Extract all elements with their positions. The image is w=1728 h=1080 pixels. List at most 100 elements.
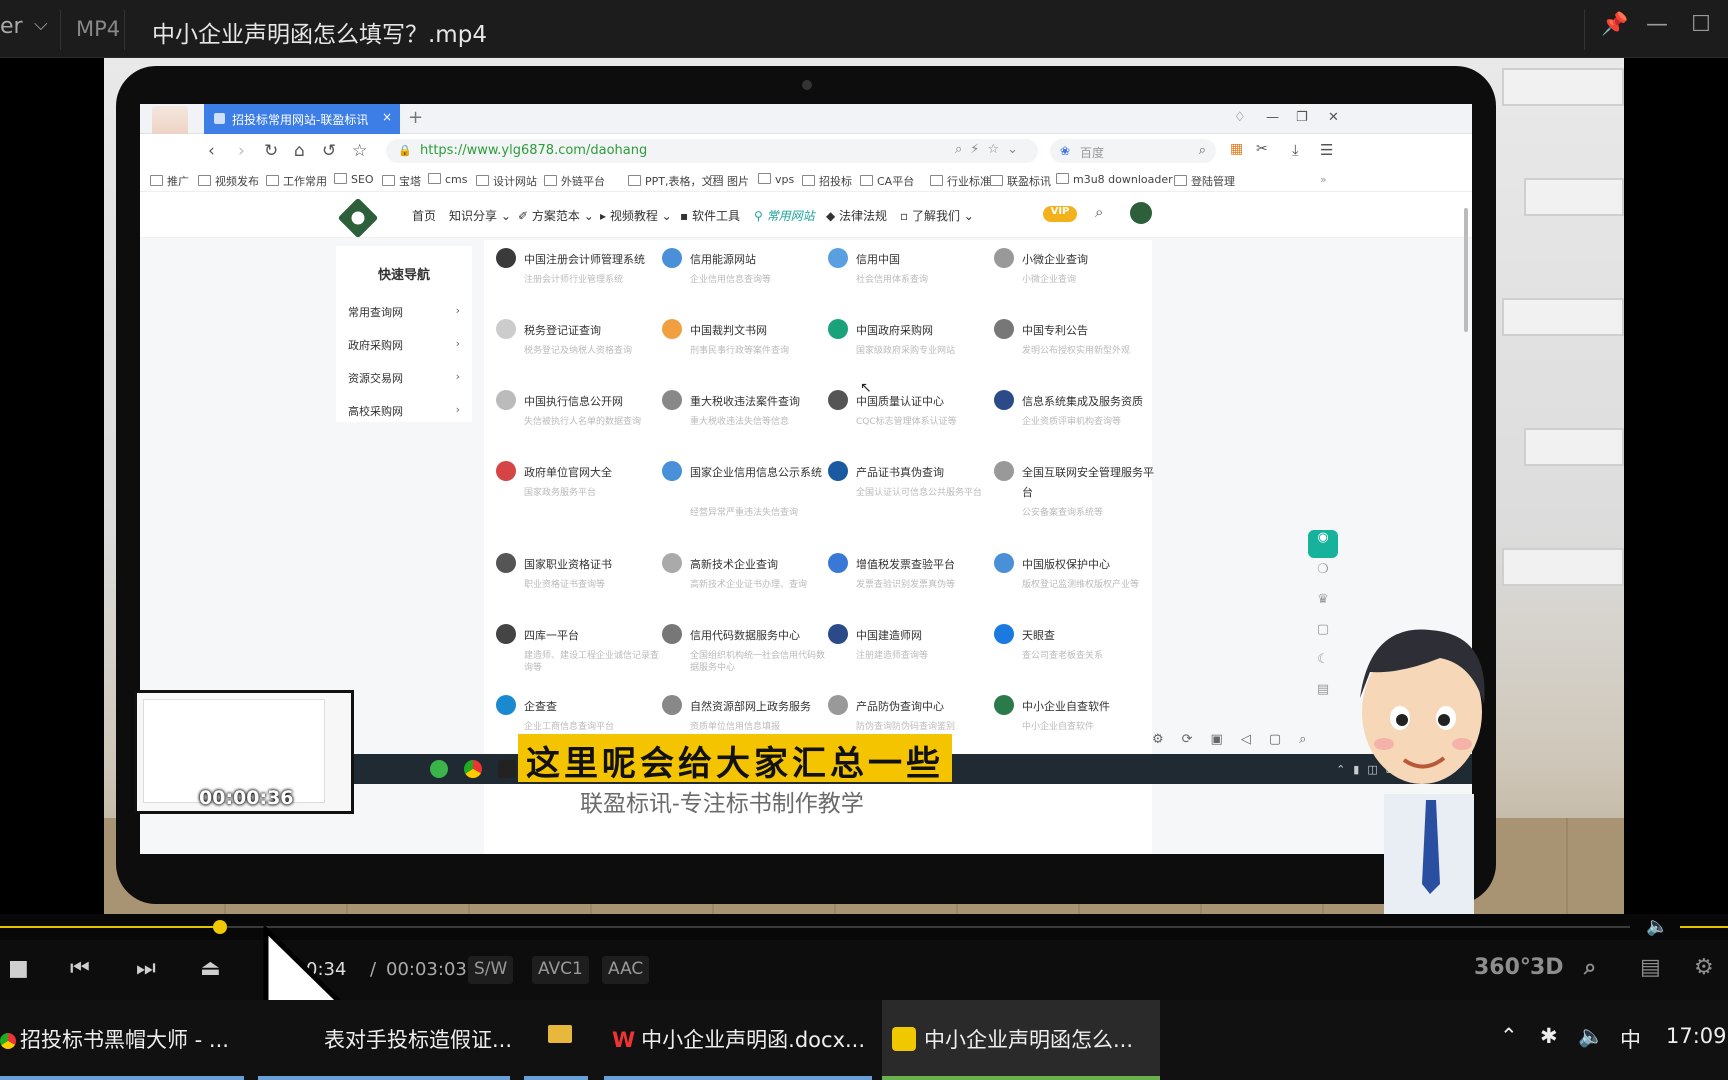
bookmark-item[interactable]: 行业标准 <box>930 173 991 189</box>
bookmark-item[interactable]: 招投标 <box>802 173 852 189</box>
next-button[interactable]: ⏭ <box>136 956 156 981</box>
bookmark-star-icon[interactable]: ☆ <box>352 141 367 161</box>
nav-tools[interactable]: ▪ 软件工具 <box>680 207 740 224</box>
bookmark-item[interactable]: 设计网站 <box>476 173 537 189</box>
search-icon[interactable]: ⌕ <box>1199 143 1206 158</box>
capcut-icon[interactable] <box>498 760 516 778</box>
nav-templates[interactable]: ✐ 方案范本 ⌄ <box>518 207 594 224</box>
bookmark-item[interactable]: 工作常用 <box>266 173 327 189</box>
bookmark-item[interactable]: 图片 <box>710 173 749 189</box>
sidebar-item-trading[interactable]: 资源交易网 › <box>348 370 460 392</box>
nav-videos[interactable]: ▸ 视频教程 ⌄ <box>600 207 672 224</box>
seek-track[interactable] <box>0 926 1630 928</box>
night-mode-icon[interactable]: ☾ <box>1308 652 1338 680</box>
chevron-down-icon[interactable]: ⌵ <box>34 14 48 35</box>
bookmark-item[interactable]: m3u8 downloader <box>1056 173 1173 186</box>
bookmark-item[interactable]: vps <box>758 173 794 186</box>
minimize-button[interactable]: — <box>1640 12 1674 46</box>
task-wps[interactable]: W 中小企业声明函.docx... <box>604 1000 872 1080</box>
bookmark-item[interactable]: SEO <box>334 173 374 186</box>
address-tools-icon[interactable]: ⌕⚡☆⌄ <box>955 142 1026 157</box>
bookmark-item[interactable]: 外链平台 <box>544 173 605 189</box>
seek-handle[interactable] <box>213 920 228 934</box>
nav-websites[interactable]: ⚲ 常用网站 <box>754 207 815 224</box>
scrollbar[interactable] <box>1464 208 1468 332</box>
3d-icon[interactable]: 3D <box>1530 955 1564 980</box>
cut-icon[interactable]: ✂ <box>1256 141 1268 157</box>
audio-codec-badge[interactable]: AAC <box>602 956 650 984</box>
crown-icon[interactable]: ♛ <box>1308 592 1338 620</box>
task-player[interactable]: 中小企业声明函怎么... <box>882 1000 1160 1080</box>
clock[interactable]: 17:09 <box>1666 1024 1727 1048</box>
nav-home[interactable]: 首页 <box>412 207 436 224</box>
bookmark-item[interactable]: 推广 <box>150 173 189 189</box>
address-bar[interactable]: 🔒 https://www.ylg6878.com/daohang ⌕⚡☆⌄ <box>386 139 1038 163</box>
chat-icon[interactable]: ◉ <box>1308 530 1338 558</box>
nav-laws[interactable]: ◆ 法律法规 <box>826 207 887 224</box>
close-icon[interactable]: ✕ <box>1328 110 1339 125</box>
settings-icon[interactable]: ⚙ <box>1694 955 1714 980</box>
playlist-icon[interactable]: ▤ <box>1640 955 1661 980</box>
volume-slider[interactable] <box>1680 926 1728 928</box>
app-name[interactable]: er <box>0 14 23 39</box>
reader-icon[interactable]: ▤ <box>1308 682 1338 710</box>
menu-icon[interactable]: ☰ <box>1320 141 1333 159</box>
tab-close-icon[interactable]: × <box>382 110 392 124</box>
reload-icon[interactable]: ↻ <box>264 141 278 161</box>
task-explorer[interactable] <box>524 1000 588 1080</box>
seek-bar[interactable]: 🔈 <box>0 914 1728 940</box>
task-chrome[interactable]: 招投标书黑帽大师 - ... <box>0 1000 244 1080</box>
video-frame[interactable]: 招投标常用网站-联盈标讯 × + ♢ — ❐ ✕ ‹ › ↻ ⌂ ↺ ☆ 🔒 h… <box>104 58 1624 914</box>
bookmark-item[interactable]: 视频发布 <box>198 173 259 189</box>
download-icon[interactable]: ⤓ <box>1292 141 1299 159</box>
sidebar-item-query[interactable]: 常用查询网 › <box>348 304 460 326</box>
page-icon[interactable]: ▢ <box>1308 622 1338 650</box>
bookmark-item[interactable]: 联盈标讯 <box>990 173 1051 189</box>
tab-active[interactable]: 招投标常用网站-联盈标讯 × <box>204 104 400 134</box>
wechat-icon[interactable]: ❍ <box>1308 562 1338 590</box>
search-box[interactable]: ❀ 百度 ⌕ <box>1050 139 1216 163</box>
ime-indicator[interactable]: 中 <box>1620 1024 1641 1054</box>
lock-icon: 🔒 <box>398 144 412 157</box>
back-icon[interactable]: ‹ <box>208 141 215 161</box>
tray-app-icon[interactable]: ✱ <box>1540 1024 1558 1048</box>
minimize-icon[interactable]: — <box>1266 110 1279 125</box>
bookmark-more-icon[interactable]: » <box>1320 173 1327 186</box>
stop-button[interactable]: ■ <box>8 956 29 981</box>
nav-about[interactable]: ▫ 了解我们 ⌄ <box>900 207 974 224</box>
previous-button[interactable]: ⏮ <box>70 956 90 981</box>
user-avatar[interactable] <box>1130 202 1152 224</box>
desktop-tools-icons[interactable]: ⚙⟳▣◁▢⌕ <box>1152 732 1324 747</box>
bookmark-item[interactable]: 登陆管理 <box>1174 173 1235 189</box>
browser-green-icon[interactable] <box>430 760 448 778</box>
nav-knowledge[interactable]: 知识分享 ⌄ <box>449 207 511 224</box>
sidebar-item-university[interactable]: 高校采购网 › <box>348 403 460 425</box>
vr360-icon[interactable]: 360° <box>1474 955 1531 980</box>
volume-icon[interactable]: 🔈 <box>1646 916 1668 937</box>
bookmark-item[interactable]: cms <box>428 173 468 186</box>
video-codec-badge[interactable]: AVC1 <box>532 956 589 984</box>
vip-badge[interactable]: VIP <box>1043 206 1077 222</box>
new-tab-button[interactable]: + <box>408 107 423 128</box>
chrome-icon[interactable] <box>464 760 482 778</box>
decoder-badge[interactable]: S/W <box>468 956 514 984</box>
restore-icon[interactable]: ❐ <box>1296 110 1308 125</box>
shirt-icon[interactable]: ♢ <box>1234 110 1246 125</box>
apps-icon[interactable]: ▦ <box>1230 141 1243 157</box>
bookmark-item[interactable]: CA平台 <box>860 173 914 189</box>
picture-in-picture-thumbnail[interactable]: 00:00:36 <box>134 690 354 814</box>
tray-expand-icon[interactable]: ⌃ <box>1500 1024 1518 1048</box>
site-search-icon[interactable]: ⌕ <box>1095 203 1103 221</box>
maximize-button[interactable]: ☐ <box>1684 12 1718 46</box>
speaker-icon[interactable]: 🔈 <box>1578 1024 1604 1049</box>
forward-icon[interactable]: › <box>238 141 245 161</box>
site-logo[interactable] <box>337 197 379 239</box>
pin-icon[interactable]: 📌 <box>1598 12 1632 46</box>
eject-button[interactable]: ⏏ <box>200 956 221 981</box>
home-icon[interactable]: ⌂ <box>294 141 305 161</box>
bookmark-item[interactable]: 宝塔 <box>382 173 421 189</box>
zoom-icon[interactable]: ⌕ <box>1584 955 1596 980</box>
task-app[interactable]: 表对手投标造假证... <box>258 1000 510 1080</box>
sidebar-item-procurement[interactable]: 政府采购网 › <box>348 337 460 359</box>
undo-icon[interactable]: ↺ <box>322 141 336 161</box>
